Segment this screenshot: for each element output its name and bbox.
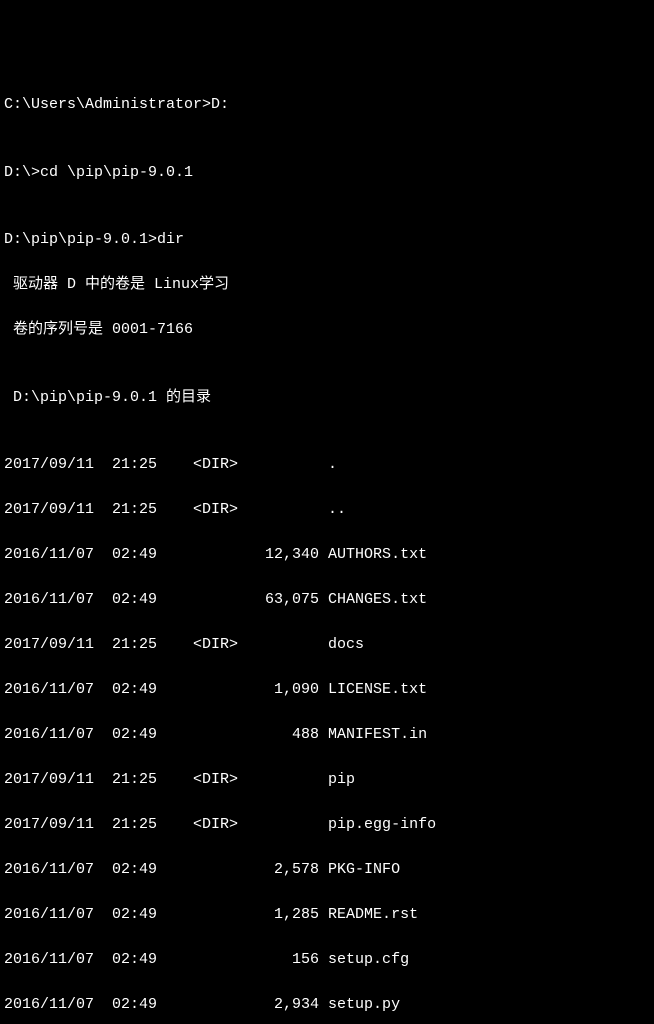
directory-header-line: D:\pip\pip-9.0.1 的目录 <box>4 387 650 410</box>
dir-entry-setuppy: 2016/11/07 02:49 2,934 setup.py <box>4 994 650 1017</box>
volume-serial-line: 卷的序列号是 0001-7166 <box>4 319 650 342</box>
dir-entry-setupcfg: 2016/11/07 02:49 156 setup.cfg <box>4 949 650 972</box>
dir-entry-parent: 2017/09/11 21:25 <DIR> .. <box>4 499 650 522</box>
dir-entry-license: 2016/11/07 02:49 1,090 LICENSE.txt <box>4 679 650 702</box>
dir-entry-pip: 2017/09/11 21:25 <DIR> pip <box>4 769 650 792</box>
dir-entry-docs: 2017/09/11 21:25 <DIR> docs <box>4 634 650 657</box>
prompt-line-1: C:\Users\Administrator>D: <box>4 94 650 117</box>
dir-entry-changes: 2016/11/07 02:49 63,075 CHANGES.txt <box>4 589 650 612</box>
dir-entry-authors: 2016/11/07 02:49 12,340 AUTHORS.txt <box>4 544 650 567</box>
dir-entry-current: 2017/09/11 21:25 <DIR> . <box>4 454 650 477</box>
prompt-line-2: D:\>cd \pip\pip-9.0.1 <box>4 162 650 185</box>
prompt-line-3: D:\pip\pip-9.0.1>dir <box>4 229 650 252</box>
dir-entry-pipegg: 2017/09/11 21:25 <DIR> pip.egg-info <box>4 814 650 837</box>
dir-entry-pkginfo: 2016/11/07 02:49 2,578 PKG-INFO <box>4 859 650 882</box>
dir-entry-manifest: 2016/11/07 02:49 488 MANIFEST.in <box>4 724 650 747</box>
dir-entry-readme: 2016/11/07 02:49 1,285 README.rst <box>4 904 650 927</box>
volume-label-line: 驱动器 D 中的卷是 Linux学习 <box>4 274 650 297</box>
